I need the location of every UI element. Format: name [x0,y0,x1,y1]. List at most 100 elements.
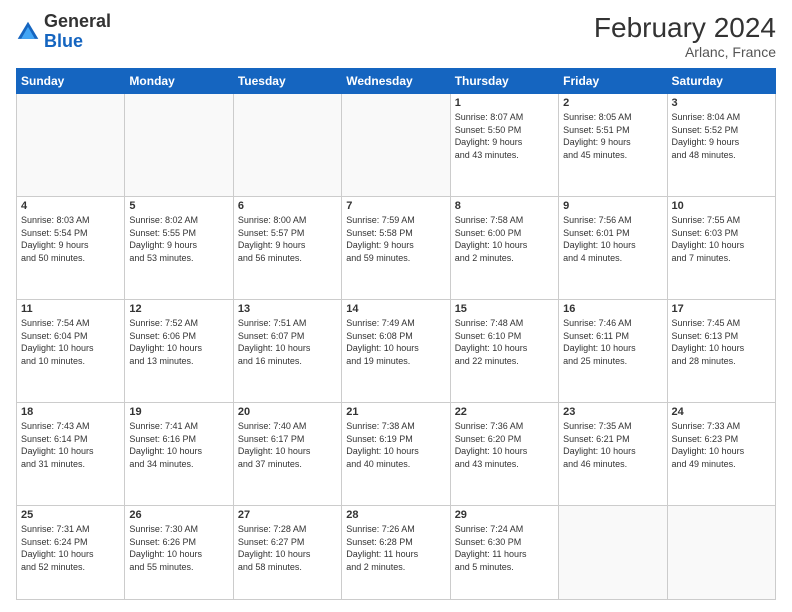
calendar-cell: 8 Sunrise: 7:58 AMSunset: 6:00 PMDaylight… [450,197,558,300]
calendar-cell: 7 Sunrise: 7:59 AMSunset: 5:58 PMDaylight… [342,197,450,300]
day-number: 15 [455,303,554,315]
day-info: Sunrise: 7:45 AMSunset: 6:13 PMDaylight:… [672,317,771,367]
calendar-cell [17,94,125,197]
calendar-cell: 4 Sunrise: 8:03 AMSunset: 5:54 PMDaylight… [17,197,125,300]
week-row-4: 18 Sunrise: 7:43 AMSunset: 6:14 PMDayligh… [17,403,776,506]
day-info: Sunrise: 7:46 AMSunset: 6:11 PMDaylight:… [563,317,662,367]
calendar-cell: 9 Sunrise: 7:56 AMSunset: 6:01 PMDaylight… [559,197,667,300]
day-number: 25 [21,509,120,521]
day-number: 11 [21,303,120,315]
day-info: Sunrise: 7:38 AMSunset: 6:19 PMDaylight:… [346,420,445,470]
day-header-friday: Friday [559,69,667,94]
day-info: Sunrise: 7:24 AMSunset: 6:30 PMDaylight:… [455,523,554,573]
day-number: 10 [672,200,771,212]
day-info: Sunrise: 7:51 AMSunset: 6:07 PMDaylight:… [238,317,337,367]
header-row: SundayMondayTuesdayWednesdayThursdayFrid… [17,69,776,94]
logo-text: General Blue [44,12,111,52]
day-number: 12 [129,303,228,315]
calendar-cell: 13 Sunrise: 7:51 AMSunset: 6:07 PMDayligh… [233,300,341,403]
calendar-cell: 15Sunrise: 7:48 AMSunset: 6:10 PMDayligh… [450,300,558,403]
day-number: 24 [672,406,771,418]
day-number: 17 [672,303,771,315]
calendar-cell: 24 Sunrise: 7:33 AMSunset: 6:23 PMDayligh… [667,403,775,506]
day-header-thursday: Thursday [450,69,558,94]
calendar-cell: 27 Sunrise: 7:28 AMSunset: 6:27 PMDayligh… [233,506,341,600]
day-number: 4 [21,200,120,212]
logo-general: General [44,11,111,31]
calendar-cell: 23Sunrise: 7:35 AMSunset: 6:21 PMDayligh… [559,403,667,506]
day-number: 18 [21,406,120,418]
calendar-cell [342,94,450,197]
day-number: 14 [346,303,445,315]
header: General Blue February 2024 Arlanc, Franc… [16,12,776,60]
calendar-cell: 28Sunrise: 7:26 AMSunset: 6:28 PMDayligh… [342,506,450,600]
week-row-5: 25 Sunrise: 7:31 AMSunset: 6:24 PMDayligh… [17,506,776,600]
day-info: Sunrise: 7:36 AMSunset: 6:20 PMDaylight:… [455,420,554,470]
day-info: Sunrise: 7:33 AMSunset: 6:23 PMDaylight:… [672,420,771,470]
week-row-1: 1Sunrise: 8:07 AMSunset: 5:50 PMDaylight… [17,94,776,197]
day-header-tuesday: Tuesday [233,69,341,94]
day-info: Sunrise: 7:49 AMSunset: 6:08 PMDaylight:… [346,317,445,367]
day-number: 5 [129,200,228,212]
calendar-cell: 18 Sunrise: 7:43 AMSunset: 6:14 PMDayligh… [17,403,125,506]
day-number: 13 [238,303,337,315]
day-number: 8 [455,200,554,212]
page: General Blue February 2024 Arlanc, Franc… [0,0,792,612]
calendar-cell: 11 Sunrise: 7:54 AMSunset: 6:04 PMDayligh… [17,300,125,403]
day-number: 22 [455,406,554,418]
day-header-wednesday: Wednesday [342,69,450,94]
day-number: 16 [563,303,662,315]
day-info: Sunrise: 7:52 AMSunset: 6:06 PMDaylight:… [129,317,228,367]
logo: General Blue [16,12,111,52]
calendar-cell: 19Sunrise: 7:41 AMSunset: 6:16 PMDayligh… [125,403,233,506]
calendar-cell: 6Sunrise: 8:00 AMSunset: 5:57 PMDaylight… [233,197,341,300]
day-info: Sunrise: 8:03 AMSunset: 5:54 PMDaylight:… [21,214,120,264]
day-info: Sunrise: 7:55 AMSunset: 6:03 PMDaylight:… [672,214,771,264]
calendar-cell [667,506,775,600]
day-info: Sunrise: 8:02 AMSunset: 5:55 PMDaylight:… [129,214,228,264]
week-row-2: 4 Sunrise: 8:03 AMSunset: 5:54 PMDaylight… [17,197,776,300]
day-info: Sunrise: 7:54 AMSunset: 6:04 PMDaylight:… [21,317,120,367]
day-header-monday: Monday [125,69,233,94]
day-info: Sunrise: 7:31 AMSunset: 6:24 PMDaylight:… [21,523,120,573]
day-number: 26 [129,509,228,521]
calendar-cell: 20Sunrise: 7:40 AMSunset: 6:17 PMDayligh… [233,403,341,506]
calendar-cell: 14 Sunrise: 7:49 AMSunset: 6:08 PMDayligh… [342,300,450,403]
day-info: Sunrise: 7:59 AMSunset: 5:58 PMDaylight:… [346,214,445,264]
calendar-table: SundayMondayTuesdayWednesdayThursdayFrid… [16,68,776,600]
day-number: 21 [346,406,445,418]
day-info: Sunrise: 7:28 AMSunset: 6:27 PMDaylight:… [238,523,337,573]
day-info: Sunrise: 7:41 AMSunset: 6:16 PMDaylight:… [129,420,228,470]
day-info: Sunrise: 7:43 AMSunset: 6:14 PMDaylight:… [21,420,120,470]
calendar-cell: 12 Sunrise: 7:52 AMSunset: 6:06 PMDayligh… [125,300,233,403]
day-info: Sunrise: 7:30 AMSunset: 6:26 PMDaylight:… [129,523,228,573]
calendar-cell: 29 Sunrise: 7:24 AMSunset: 6:30 PMDayligh… [450,506,558,600]
day-info: Sunrise: 7:35 AMSunset: 6:21 PMDaylight:… [563,420,662,470]
day-info: Sunrise: 7:58 AMSunset: 6:00 PMDaylight:… [455,214,554,264]
day-number: 29 [455,509,554,521]
calendar-cell: 1Sunrise: 8:07 AMSunset: 5:50 PMDaylight… [450,94,558,197]
calendar-cell: 17 Sunrise: 7:45 AMSunset: 6:13 PMDayligh… [667,300,775,403]
calendar-cell: 22 Sunrise: 7:36 AMSunset: 6:20 PMDayligh… [450,403,558,506]
day-number: 9 [563,200,662,212]
day-number: 2 [563,97,662,109]
day-header-sunday: Sunday [17,69,125,94]
calendar-cell: 10 Sunrise: 7:55 AMSunset: 6:03 PMDayligh… [667,197,775,300]
day-info: Sunrise: 8:05 AMSunset: 5:51 PMDaylight:… [563,111,662,161]
day-number: 27 [238,509,337,521]
day-number: 6 [238,200,337,212]
day-number: 1 [455,97,554,109]
calendar-cell [125,94,233,197]
day-header-saturday: Saturday [667,69,775,94]
calendar-cell: 21 Sunrise: 7:38 AMSunset: 6:19 PMDayligh… [342,403,450,506]
day-info: Sunrise: 7:56 AMSunset: 6:01 PMDaylight:… [563,214,662,264]
calendar-cell: 2 Sunrise: 8:05 AMSunset: 5:51 PMDaylight… [559,94,667,197]
calendar-cell: 3Sunrise: 8:04 AMSunset: 5:52 PMDaylight… [667,94,775,197]
day-number: 7 [346,200,445,212]
logo-blue: Blue [44,31,83,51]
month-title: February 2024 [594,12,776,44]
calendar-cell [233,94,341,197]
day-number: 3 [672,97,771,109]
calendar-cell: 5 Sunrise: 8:02 AMSunset: 5:55 PMDaylight… [125,197,233,300]
calendar-cell: 26 Sunrise: 7:30 AMSunset: 6:26 PMDayligh… [125,506,233,600]
